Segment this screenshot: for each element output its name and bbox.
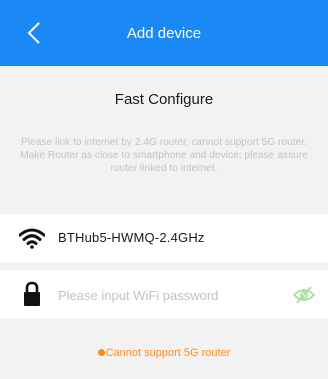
wifi-ssid: BTHub5-HWMQ-2.4GHz	[58, 230, 205, 245]
password-row	[0, 270, 328, 318]
instruction-text: Please link to internet by 2.4G router, …	[20, 137, 308, 174]
eye-off-icon	[292, 286, 316, 304]
warning-text: Cannot support 5G router	[105, 347, 231, 359]
wifi-icon	[19, 224, 45, 252]
lock-icon	[19, 280, 45, 308]
section-title: Fast Configure	[114, 91, 214, 108]
toggle-password-visibility-button[interactable]	[291, 285, 317, 305]
page-title: Add device	[126, 25, 202, 42]
header-bar: Add device	[0, 0, 328, 66]
wifi-password-input[interactable]	[52, 282, 277, 308]
warning-message: Cannot support 5G router	[0, 346, 328, 360]
warning-dot-icon	[97, 349, 105, 356]
wifi-network-row[interactable]: BTHub5-HWMQ-2.4GHz	[0, 214, 328, 262]
